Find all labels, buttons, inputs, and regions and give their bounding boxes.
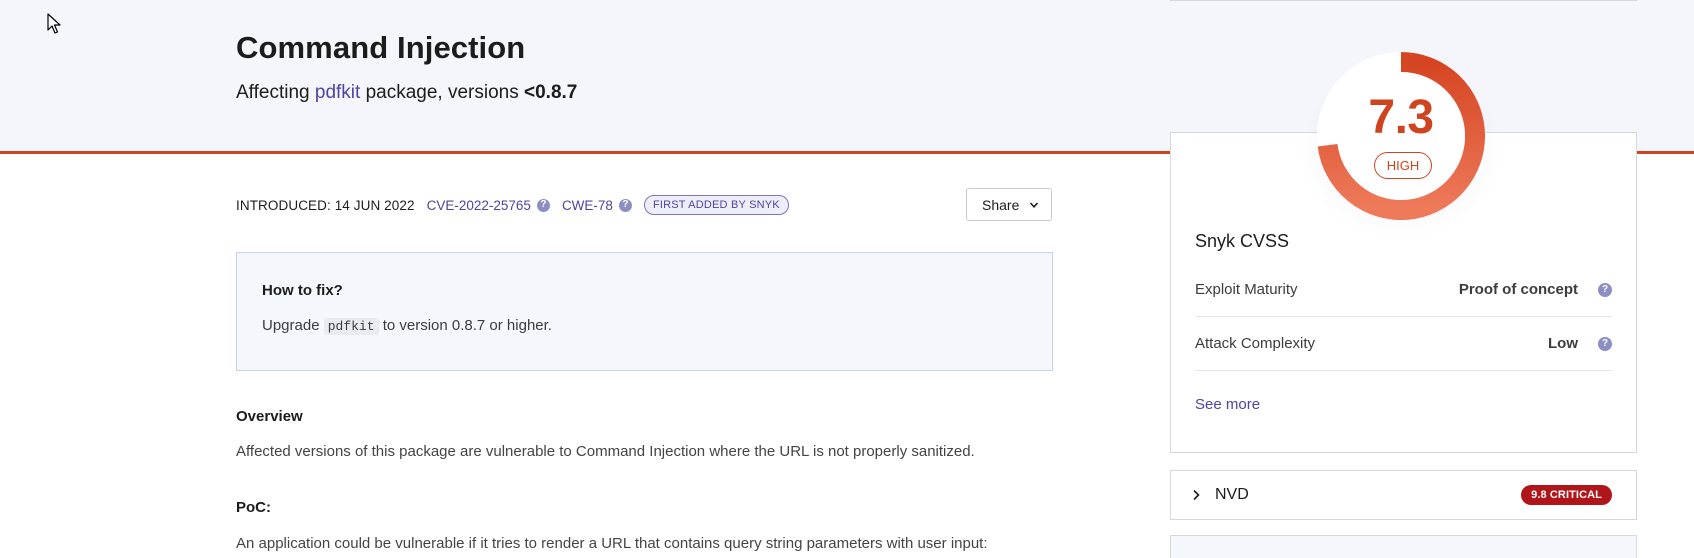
next-card <box>1170 535 1637 558</box>
attack-complexity-help-icon[interactable]: ? <box>1598 336 1612 351</box>
how-to-fix-box: How to fix? Upgrade pdfkit to version 0.… <box>236 252 1053 371</box>
package-link[interactable]: pdfkit <box>315 82 360 103</box>
cwe-link[interactable]: CWE-78 <box>562 198 613 213</box>
page-title: Command Injection <box>236 30 526 65</box>
share-label: Share <box>982 196 1020 213</box>
severity-badge: HIGH <box>1374 152 1432 179</box>
cvss-score: 7.3 <box>1368 91 1434 144</box>
nvd-label: NVD <box>1215 486 1249 503</box>
chevron-right-icon <box>1193 489 1200 501</box>
previous-card-edge <box>1170 0 1637 1</box>
cve-link[interactable]: CVE-2022-25765 <box>427 198 531 213</box>
attack-complexity-value-text: Low <box>1548 335 1578 352</box>
exploit-maturity-help-icon[interactable]: ? <box>1598 282 1612 297</box>
overview-text: Affected versions of this package are vu… <box>236 443 975 460</box>
exploit-maturity-value-text: Proof of concept <box>1458 281 1578 298</box>
exploit-maturity-row: Exploit Maturity Proof of concept? <box>1195 263 1612 317</box>
affecting-line: Affecting pdfkit package, versions <0.8.… <box>236 82 577 104</box>
nvd-critical-badge: 9.8 CRITICAL <box>1521 485 1612 505</box>
attack-complexity-value: Low? <box>1548 335 1612 352</box>
fix-title: How to fix? <box>262 282 343 299</box>
cwe-help-icon[interactable]: ? <box>618 198 632 212</box>
cve-help-icon[interactable]: ? <box>536 198 550 212</box>
chevron-down-icon <box>1029 201 1039 208</box>
attack-complexity-row: Attack Complexity Low? <box>1195 317 1612 371</box>
cvss-title: Snyk CVSS <box>1195 231 1290 251</box>
poc-heading: PoC: <box>236 499 271 516</box>
vulnerability-meta: INTRODUCED: 14 JUN 2022 CVE-2022-25765 ?… <box>236 193 789 217</box>
nvd-card[interactable]: NVD 9.8 CRITICAL <box>1170 470 1637 520</box>
share-button[interactable]: Share <box>966 188 1052 221</box>
poc-text: An application could be vulnerable if it… <box>236 535 988 552</box>
see-more-link[interactable]: See more <box>1195 396 1260 413</box>
fix-package-code: pdfkit <box>323 318 379 335</box>
introduced-date: INTRODUCED: 14 JUN 2022 <box>236 197 415 213</box>
mouse-cursor-icon <box>47 13 61 34</box>
overview-heading: Overview <box>236 408 303 425</box>
attack-complexity-label: Attack Complexity <box>1195 335 1316 352</box>
affected-versions: <0.8.7 <box>524 82 578 103</box>
fix-text: Upgrade pdfkit to version 0.8.7 or highe… <box>262 317 552 335</box>
affecting-mid: package, versions <box>360 82 524 103</box>
exploit-maturity-value: Proof of concept? <box>1459 281 1612 298</box>
first-added-badge: FIRST ADDED BY SNYK <box>643 195 789 215</box>
exploit-maturity-label: Exploit Maturity <box>1195 281 1298 298</box>
fix-text-prefix: Upgrade <box>262 317 324 334</box>
fix-text-suffix: to version 0.8.7 or higher. <box>378 317 552 334</box>
affecting-prefix: Affecting <box>236 82 315 103</box>
